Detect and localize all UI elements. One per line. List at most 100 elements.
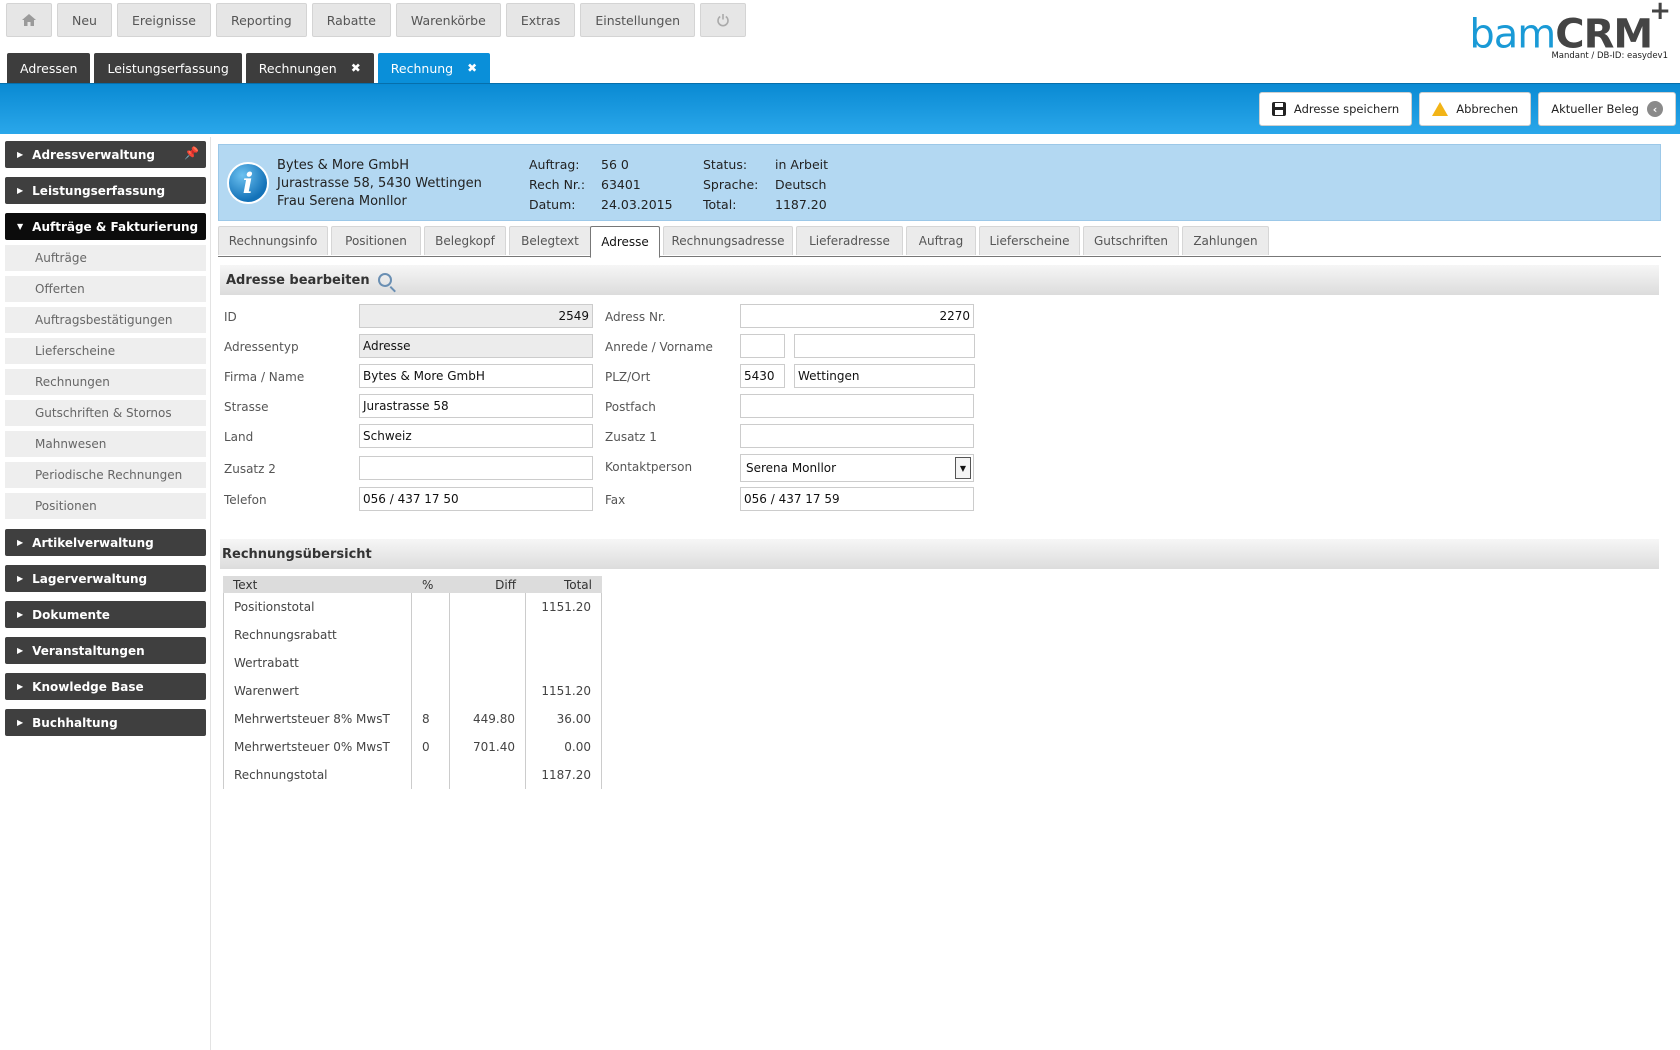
doctab-rechnungen[interactable]: Rechnungen ✖ [245, 53, 374, 83]
info-status-label: Status: [703, 157, 748, 172]
doctab-adressen[interactable]: Adressen [7, 53, 91, 83]
strasse-field[interactable]: Jurastrasse 58 [359, 394, 593, 418]
tab-belegkopf[interactable]: Belegkopf [424, 226, 506, 255]
zusatz1-field[interactable] [740, 424, 974, 448]
tab-rechnungsadresse[interactable]: Rechnungsadresse [663, 226, 793, 255]
bamcrm-logo: bamCRM+ Mandant / DB-ID: easydev1 [1469, 0, 1671, 62]
tab-lieferadresse[interactable]: Lieferadresse [796, 226, 903, 255]
caret-right-icon: ▶ [17, 538, 24, 547]
sidebar-group-adressverwaltung[interactable]: ▶ Adressverwaltung 📌 [5, 141, 206, 168]
adressentyp-field: Adresse [359, 334, 593, 358]
sidebar-item-periodische-rechnungen[interactable]: Periodische Rechnungen [5, 462, 206, 488]
sidebar-item-positionen[interactable]: Positionen [5, 493, 206, 519]
cancel-button[interactable]: Abbrechen [1419, 92, 1532, 126]
ort-field[interactable]: Wettingen [794, 364, 975, 388]
close-icon[interactable]: ✖ [351, 61, 361, 75]
table-row: Warenwert 1151.20 [223, 677, 602, 705]
info-sprache-label: Sprache: [703, 177, 759, 192]
action-bar: Adresse speichern Abbrechen Aktueller Be… [0, 83, 1680, 134]
info-rech: 63401 [601, 177, 641, 192]
nav-extras[interactable]: Extras [505, 3, 576, 37]
plz-field[interactable]: 5430 [740, 364, 785, 388]
firma-label: Firma / Name [224, 370, 305, 384]
current-document-button[interactable]: Aktueller Beleg ‹ [1538, 92, 1676, 126]
sidebar-item-lieferscheine[interactable]: Lieferscheine [5, 338, 206, 364]
cell-text: Mehrwertsteuer 8% MwsT [223, 705, 412, 733]
anrede-vorname-label: Anrede / Vorname [605, 340, 713, 354]
info-status: in Arbeit [775, 157, 829, 172]
top-navigation: Neu Ereignisse Reporting Rabatte Warenkö… [6, 3, 747, 37]
sidebar-group-lagerverwaltung[interactable]: ▶ Lagerverwaltung [5, 565, 206, 592]
sidebar-item-auftragsbestaetigungen[interactable]: Auftragsbestätigungen [5, 307, 206, 333]
tab-zahlungen[interactable]: Zahlungen [1182, 226, 1269, 255]
nav-rabatte[interactable]: Rabatte [311, 3, 391, 37]
save-address-button[interactable]: Adresse speichern [1258, 92, 1413, 126]
sidebar-group-auftraege[interactable]: ▼ Aufträge & Fakturierung [5, 213, 206, 240]
info-street: Jurastrasse 58, 5430 Wettingen [277, 176, 482, 191]
caret-right-icon: ▶ [17, 574, 24, 583]
tab-belegtext[interactable]: Belegtext [509, 226, 591, 255]
sidebar-item-offerten[interactable]: Offerten [5, 276, 206, 302]
sidebar-group-artikelverwaltung[interactable]: ▶ Artikelverwaltung [5, 529, 206, 556]
zusatz2-label: Zusatz 2 [224, 462, 276, 476]
tab-lieferscheine[interactable]: Lieferscheine [979, 226, 1080, 255]
nav-neu[interactable]: Neu [57, 3, 112, 37]
cell-diff: 701.40 [450, 733, 526, 761]
table-row: Positionstotal 1151.20 [223, 593, 602, 621]
tab-gutschriften[interactable]: Gutschriften [1083, 226, 1179, 255]
section-title: Rechnungsübersicht [222, 546, 372, 562]
sidebar-group-dokumente[interactable]: ▶ Dokumente [5, 601, 206, 628]
sidebar-group-knowledge-base[interactable]: ▶ Knowledge Base [5, 673, 206, 700]
logout-button[interactable] [700, 3, 747, 37]
cell-text: Rechnungsrabatt [223, 621, 412, 649]
tab-rechnungsinfo[interactable]: Rechnungsinfo [218, 226, 328, 255]
sidebar-group-buchhaltung[interactable]: ▶ Buchhaltung [5, 709, 206, 736]
cell-percent [412, 621, 450, 649]
nav-ereignisse[interactable]: Ereignisse [116, 3, 211, 37]
adressnr-field[interactable]: 2270 [740, 304, 974, 328]
tab-adresse[interactable]: Adresse [590, 226, 660, 258]
info-auftrag-label: Auftrag: [529, 157, 580, 172]
firma-field[interactable]: Bytes & More GmbH [359, 364, 593, 388]
vorname-field[interactable] [794, 334, 975, 358]
sidebar-item-mahnwesen[interactable]: Mahnwesen [5, 431, 206, 457]
nav-einstellungen[interactable]: Einstellungen [580, 3, 696, 37]
caret-right-icon: ▶ [17, 718, 24, 727]
save-icon [1271, 102, 1286, 116]
info-rech-label: Rech Nr.: [529, 177, 586, 192]
search-icon[interactable] [377, 273, 392, 287]
adressentyp-label: Adressentyp [224, 340, 299, 354]
table-row: Rechnungsrabatt [223, 621, 602, 649]
cell-percent: 8 [412, 705, 450, 733]
kontaktperson-select[interactable]: Serena Monllor ▼ [740, 454, 974, 482]
nav-warenkoerbe[interactable]: Warenkörbe [395, 3, 501, 37]
telefon-field[interactable]: 056 / 437 17 50 [359, 487, 593, 511]
sidebar-group-veranstaltungen[interactable]: ▶ Veranstaltungen [5, 637, 206, 664]
doctab-rechnung[interactable]: Rechnung ✖ [377, 53, 491, 83]
sidebar-group-leistungserfassung[interactable]: ▶ Leistungserfassung [5, 177, 206, 204]
invoice-summary-table: Text % Diff Total Positionstotal 1151.20… [223, 576, 602, 789]
sidebar-item-rechnungen[interactable]: Rechnungen [5, 369, 206, 395]
invoice-info-panel: i Bytes & More GmbH Jurastrasse 58, 5430… [218, 144, 1661, 221]
sidebar-item-gutschriften[interactable]: Gutschriften & Stornos [5, 400, 206, 426]
land-label: Land [224, 430, 254, 444]
doctab-leistungserfassung[interactable]: Leistungserfassung [94, 53, 242, 83]
land-field[interactable]: Schweiz [359, 424, 593, 448]
close-icon[interactable]: ✖ [467, 61, 477, 75]
cell-diff [450, 593, 526, 621]
cell-total [526, 621, 602, 649]
postfach-field[interactable] [740, 394, 974, 418]
sidebar: ▶ Adressverwaltung 📌 ▶ Leistungserfassung ▼… [5, 141, 206, 745]
cell-total: 1151.20 [526, 677, 602, 705]
sidebar-item-auftraege[interactable]: Aufträge [5, 245, 206, 271]
home-button[interactable] [6, 3, 52, 37]
info-total: 1187.20 [775, 197, 827, 212]
pin-icon[interactable]: 📌 [184, 146, 199, 160]
anrede-field[interactable] [740, 334, 785, 358]
nav-reporting[interactable]: Reporting [215, 3, 307, 37]
tab-positionen[interactable]: Positionen [331, 226, 421, 255]
fax-field[interactable]: 056 / 437 17 59 [740, 487, 974, 511]
chevron-down-icon[interactable]: ▼ [955, 457, 971, 479]
zusatz2-field[interactable] [359, 456, 593, 480]
tab-auftrag[interactable]: Auftrag [906, 226, 976, 255]
